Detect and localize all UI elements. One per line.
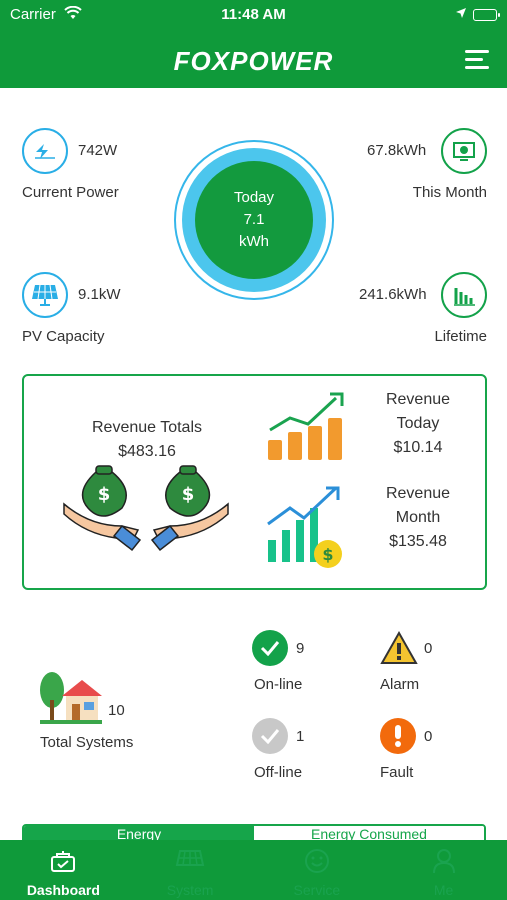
- status-alarm[interactable]: 0 Alarm: [380, 630, 480, 700]
- offline-value: 1: [296, 728, 305, 745]
- tab-me[interactable]: Me: [380, 840, 507, 900]
- this-month-value: 67.8kWh: [367, 142, 427, 159]
- bottom-tab-bar: Dashboard System Service Me: [0, 840, 507, 900]
- svg-text:$: $: [182, 484, 195, 505]
- fault-label: Fault: [380, 764, 414, 781]
- battery-icon: [473, 8, 500, 21]
- tab-system[interactable]: System: [127, 840, 254, 900]
- fault-value: 0: [424, 728, 433, 745]
- alarm-label: Alarm: [380, 676, 420, 693]
- today-energy-ring: Today 7.1 kWh: [174, 140, 334, 300]
- tab-service[interactable]: Service: [254, 840, 381, 900]
- revenue-today-value: $10.14: [393, 439, 443, 456]
- revenue-totals-label: Revenue Totals: [92, 419, 202, 436]
- total-systems-value: 10: [108, 702, 125, 719]
- lifetime-value: 241.6kWh: [359, 286, 427, 303]
- pv-capacity-value: 9.1kW: [78, 286, 121, 303]
- app-logo: FOXPOWER: [173, 46, 334, 76]
- svg-text:$: $: [322, 545, 333, 564]
- status-right: [455, 6, 500, 23]
- online-value: 9: [296, 640, 305, 657]
- lightning-icon: [22, 128, 68, 174]
- alarm-value: 0: [424, 640, 433, 657]
- check-icon: [252, 630, 288, 666]
- revenue-month-value: $135.48: [389, 533, 447, 550]
- warning-icon: [380, 630, 418, 666]
- dashboard-icon: [0, 848, 127, 874]
- today-value: 7.1: [243, 211, 265, 228]
- metric-lifetime: 241.6kWh Lifetime: [337, 272, 487, 352]
- total-systems[interactable]: 10 Total Systems: [36, 670, 146, 760]
- menu-button[interactable]: [465, 50, 489, 70]
- current-power-value: 742W: [78, 142, 118, 159]
- metric-pv-capacity: 9.1kW PV Capacity: [22, 272, 172, 352]
- tab-dashboard-label: Dashboard: [26, 882, 100, 898]
- user-icon: [380, 848, 507, 874]
- money-hands-icon: $ $: [56, 460, 236, 556]
- revenue-today: Revenue Today $10.14: [376, 388, 460, 460]
- status-online[interactable]: 9 On-line: [252, 630, 352, 700]
- tab-system-label: System: [166, 882, 214, 898]
- tab-dashboard[interactable]: Dashboard: [0, 840, 127, 900]
- metric-this-month: 67.8kWh This Month: [337, 128, 487, 208]
- revenue-month: Revenue Month $135.48: [376, 482, 460, 554]
- svg-text:$: $: [98, 484, 111, 505]
- today-unit: kWh: [239, 233, 269, 250]
- house-icon: [38, 670, 104, 730]
- lifetime-label: Lifetime: [434, 328, 487, 345]
- coins-growth-icon: [264, 386, 348, 464]
- revenue-totals: Revenue Totals $483.16: [82, 416, 212, 464]
- revenue-today-label-1: Revenue: [385, 391, 451, 408]
- top-bar: Carrier 11:48 AM FOXPOWER: [0, 0, 507, 88]
- revenue-month-label-1: Revenue: [385, 485, 451, 502]
- online-label: On-line: [254, 676, 303, 693]
- status-offline[interactable]: 1 Off-line: [252, 718, 352, 788]
- today-label: Today: [233, 189, 275, 206]
- offline-label: Off-line: [254, 764, 303, 781]
- bar-chart-icon: [441, 272, 487, 318]
- solar-panel-icon: [22, 272, 68, 318]
- solar-panel-tab-icon: [127, 848, 254, 874]
- tab-service-label: Service: [293, 882, 341, 898]
- monitor-icon: [441, 128, 487, 174]
- pv-capacity-label: PV Capacity: [22, 328, 105, 345]
- exclamation-icon: [380, 718, 416, 754]
- current-power-label: Current Power: [22, 184, 119, 201]
- offline-check-icon: [252, 718, 288, 754]
- status-time: 11:48 AM: [221, 6, 286, 23]
- revenue-today-label-2: Today: [396, 415, 440, 432]
- revenue-month-label-2: Month: [395, 509, 441, 526]
- status-bar: Carrier 11:48 AM: [0, 5, 507, 24]
- smile-icon: [254, 848, 381, 874]
- growth-chart-icon: $: [264, 480, 348, 570]
- total-systems-label: Total Systems: [40, 734, 134, 751]
- tab-me-label: Me: [433, 882, 454, 898]
- today-energy-core: Today 7.1 kWh: [195, 161, 313, 279]
- status-fault[interactable]: 0 Fault: [380, 718, 480, 788]
- metric-current-power: 742W Current Power: [22, 128, 172, 208]
- revenue-card[interactable]: Revenue Totals $483.16 $ $ Revenue Today…: [22, 374, 487, 590]
- location-arrow-icon: [455, 6, 467, 23]
- this-month-label: This Month: [412, 184, 487, 201]
- menu-icon: [465, 50, 489, 53]
